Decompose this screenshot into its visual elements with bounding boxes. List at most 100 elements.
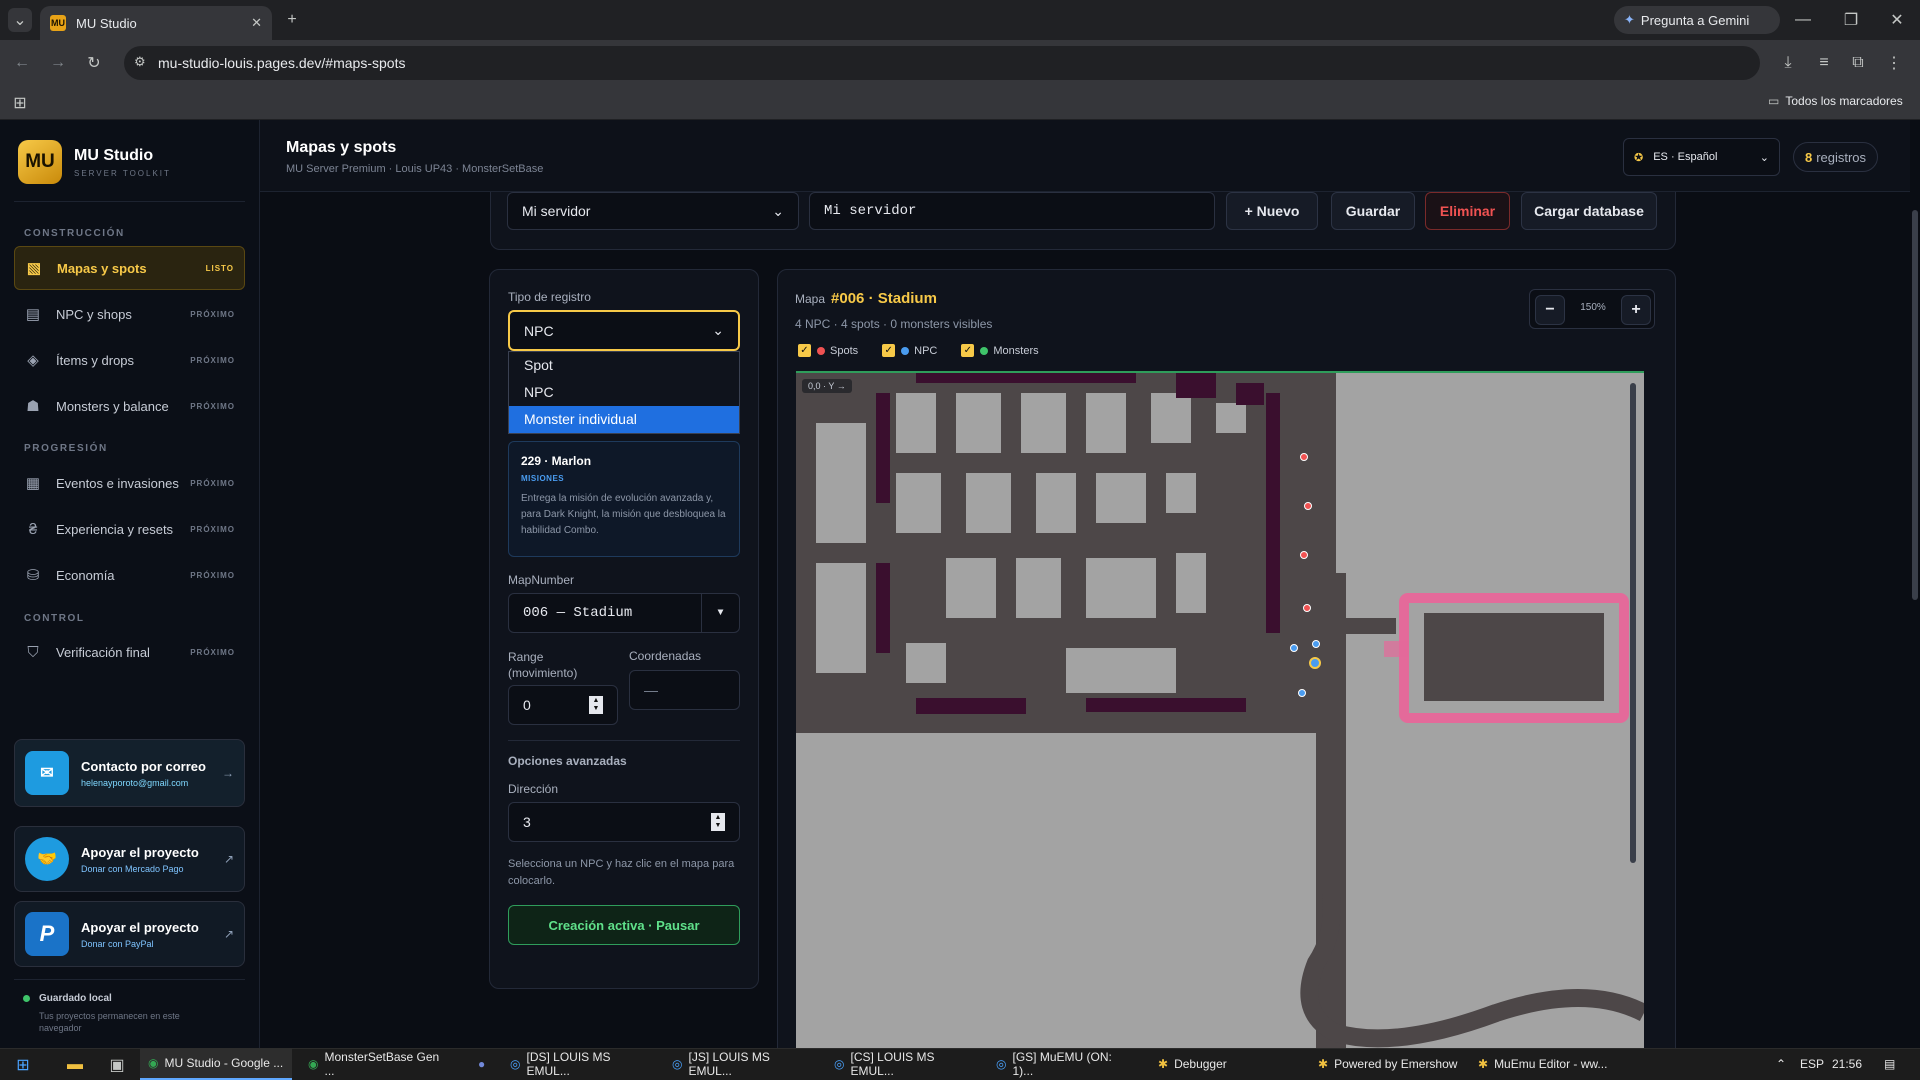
media-icon[interactable]: ≡ <box>1812 51 1836 75</box>
save-button[interactable]: Guardar <box>1331 192 1415 230</box>
spot-marker[interactable] <box>1300 453 1308 461</box>
sidebar-item-npc[interactable]: ▤ NPC y shops PRÓXIMO <box>14 292 245 336</box>
minimize-icon[interactable]: — <box>1790 10 1816 30</box>
direction-input[interactable]: 3 ▲ ▼ <box>508 802 740 842</box>
taskbar-item[interactable]: ✱ Debugger <box>1150 1048 1300 1080</box>
restore-icon[interactable]: ❐ <box>1838 10 1864 30</box>
npc-marker[interactable] <box>1298 689 1306 697</box>
taskbar-item[interactable]: ◎ [GS] MuEMU (ON: 1)... <box>988 1048 1140 1080</box>
taskbar-item[interactable]: ◉ MU Studio - Google ... <box>140 1048 292 1080</box>
zoom-in-button[interactable]: + <box>1621 295 1651 325</box>
language-select[interactable]: ✪ ES · Español ⌄ <box>1623 138 1780 176</box>
sidebar-item-monsters[interactable]: ☗ Monsters y balance PRÓXIMO <box>14 384 245 428</box>
spots-legend-dot <box>817 346 825 355</box>
spot-marker[interactable] <box>1304 502 1312 510</box>
gemini-button[interactable]: ✦ Pregunta a Gemini <box>1614 6 1780 34</box>
taskbar-item[interactable]: ✱ MuEmu Editor - ww... <box>1470 1048 1620 1080</box>
reload-icon[interactable]: ↻ <box>82 51 106 75</box>
direction-value: 3 <box>523 814 531 830</box>
sidebar-item-economia[interactable]: ⛁ Economía PRÓXIMO <box>14 553 245 597</box>
option-monster-individual[interactable]: Monster individual <box>509 406 739 433</box>
sidebar-item-experiencia[interactable]: ₴ Experiencia y resets PRÓXIMO <box>14 507 245 551</box>
coords-input[interactable]: — <box>629 670 740 710</box>
taskbar-item-label: [DS] LOUIS MS EMUL... <box>526 1050 611 1078</box>
range-input[interactable]: 0 ▲ ▼ <box>508 685 618 725</box>
page-scroll-thumb[interactable] <box>1912 210 1918 600</box>
shield-check-icon: ⛉ <box>27 643 39 661</box>
close-window-icon[interactable]: ✕ <box>1884 10 1910 30</box>
site-info-icon[interactable]: ⚙ <box>134 54 146 70</box>
menu-dots-icon[interactable]: ⋮ <box>1882 51 1906 75</box>
taskbar-item-label: MonsterSetBase Gen ... <box>324 1050 440 1078</box>
taskbar-item[interactable]: ◎ [DS] LOUIS MS EMUL... <box>502 1048 654 1080</box>
taskbar-item[interactable]: ◉ MonsterSetBase Gen ... <box>300 1048 460 1080</box>
file-explorer-icon[interactable]: ▬ <box>64 1054 86 1076</box>
close-tab-icon[interactable]: ✕ <box>251 15 262 31</box>
taskbar-item[interactable]: ● <box>470 1048 498 1080</box>
taskbar-item[interactable]: ✱ Powered by Emershow <box>1310 1048 1470 1080</box>
all-bookmarks[interactable]: ▭ Todos los marcadores <box>1768 94 1903 108</box>
npc-marker[interactable] <box>1290 644 1298 652</box>
back-icon[interactable]: ← <box>10 51 34 75</box>
spots-checkbox[interactable]: ✓ <box>798 344 811 357</box>
taskbar-item[interactable]: ◎ [JS] LOUIS MS EMUL... <box>664 1048 816 1080</box>
forward-icon[interactable]: → <box>46 51 70 75</box>
zoom-out-button[interactable]: − <box>1535 295 1565 325</box>
server-name-input[interactable]: Mi servidor <box>809 192 1215 230</box>
direction-label: Dirección <box>508 782 559 796</box>
new-button[interactable]: + Nuevo <box>1226 192 1318 230</box>
support-title: Apoyar el proyecto <box>81 844 199 860</box>
monsters-checkbox[interactable]: ✓ <box>961 344 975 357</box>
contact-card[interactable]: ✉ Contacto por correo helenayporoto@gmai… <box>14 739 245 807</box>
sidebar-item-eventos[interactable]: ▦ Eventos e invasiones PRÓXIMO <box>14 461 245 505</box>
new-tab-icon[interactable]: + <box>282 10 302 30</box>
clock[interactable]: 21:56 <box>1824 1048 1874 1080</box>
extensions-icon[interactable]: ⧉ <box>1846 51 1870 75</box>
creation-toggle-button[interactable]: Creación activa · Pausar <box>508 905 740 945</box>
support-mercadopago-card[interactable]: 🤝 Apoyar el proyecto Donar con Mercado P… <box>14 826 245 892</box>
page-scrollbar[interactable] <box>1910 120 1920 1048</box>
option-spot[interactable]: Spot <box>509 352 739 379</box>
taskbar-item[interactable]: ◎ [CS] LOUIS MS EMUL... <box>826 1048 978 1080</box>
browser-tab[interactable]: MU MU Studio ✕ <box>40 6 272 40</box>
map-number-select[interactable]: 006 — Stadium ▼ <box>508 593 740 633</box>
tab-title: MU Studio <box>76 15 137 31</box>
external-link-icon: ↗ <box>223 927 234 941</box>
server-app-icon: ◎ <box>834 1057 845 1071</box>
npc-marker[interactable] <box>1312 640 1320 648</box>
sidebar-item-label: Experiencia y resets <box>56 521 174 537</box>
npc-tag: MISIONES <box>521 474 565 483</box>
option-npc[interactable]: NPC <box>509 379 739 406</box>
sidebar-item-mapas[interactable]: ▧ Mapas y spots LISTO <box>14 246 245 290</box>
zoom-level: 150% <box>1580 302 1606 313</box>
npc-checkbox[interactable]: ✓ <box>882 344 896 357</box>
npc-description: Entrega la misión de evolución avanzada … <box>521 493 726 536</box>
stepper-icon[interactable]: ▲ ▼ <box>711 813 725 831</box>
language-value: ES · Español <box>1653 151 1718 163</box>
apps-grid-icon[interactable]: ⊞ <box>10 93 30 113</box>
map-scrollbar[interactable] <box>1630 383 1636 863</box>
npc-info-card: 229 · Marlon MISIONES Entrega la misión … <box>508 441 740 557</box>
start-icon[interactable]: ⊞ <box>12 1054 34 1076</box>
spot-marker[interactable] <box>1303 604 1311 612</box>
tray-chevron-icon[interactable]: ⌃ <box>1768 1048 1788 1080</box>
sidebar-item-verificacion[interactable]: ⛉ Verificación final PRÓXIMO <box>14 630 245 674</box>
spot-marker[interactable] <box>1300 551 1308 559</box>
address-bar[interactable]: ⚙ mu-studio-louis.pages.dev/#maps-spots <box>124 46 1760 80</box>
support-paypal-card[interactable]: P Apoyar el proyecto Donar con PayPal ↗ <box>14 901 245 967</box>
stepper-icon[interactable]: ▲ ▼ <box>589 696 603 714</box>
sidebar-item-items[interactable]: ◈ Ítems y drops PRÓXIMO <box>14 338 245 382</box>
notifications-icon[interactable]: ▤ <box>1876 1048 1906 1080</box>
npc-title: 229 · Marlon <box>521 454 592 468</box>
map-canvas[interactable]: 0,0 · Y → <box>796 371 1644 1048</box>
load-database-button[interactable]: Cargar database <box>1521 192 1657 230</box>
server-select[interactable]: Mi servidor ⌄ <box>507 192 799 230</box>
type-select[interactable]: NPC ⌄ <box>508 310 740 351</box>
store-icon[interactable]: ▣ <box>106 1054 128 1076</box>
sidebar-item-label: Verificación final <box>56 644 150 660</box>
delete-button[interactable]: Eliminar <box>1425 192 1510 230</box>
tab-search-icon[interactable]: ⌄ <box>8 8 32 32</box>
download-icon[interactable]: ⤓ <box>1776 51 1800 75</box>
selected-npc-marker[interactable] <box>1309 657 1321 669</box>
support-title: Apoyar el proyecto <box>81 919 199 935</box>
